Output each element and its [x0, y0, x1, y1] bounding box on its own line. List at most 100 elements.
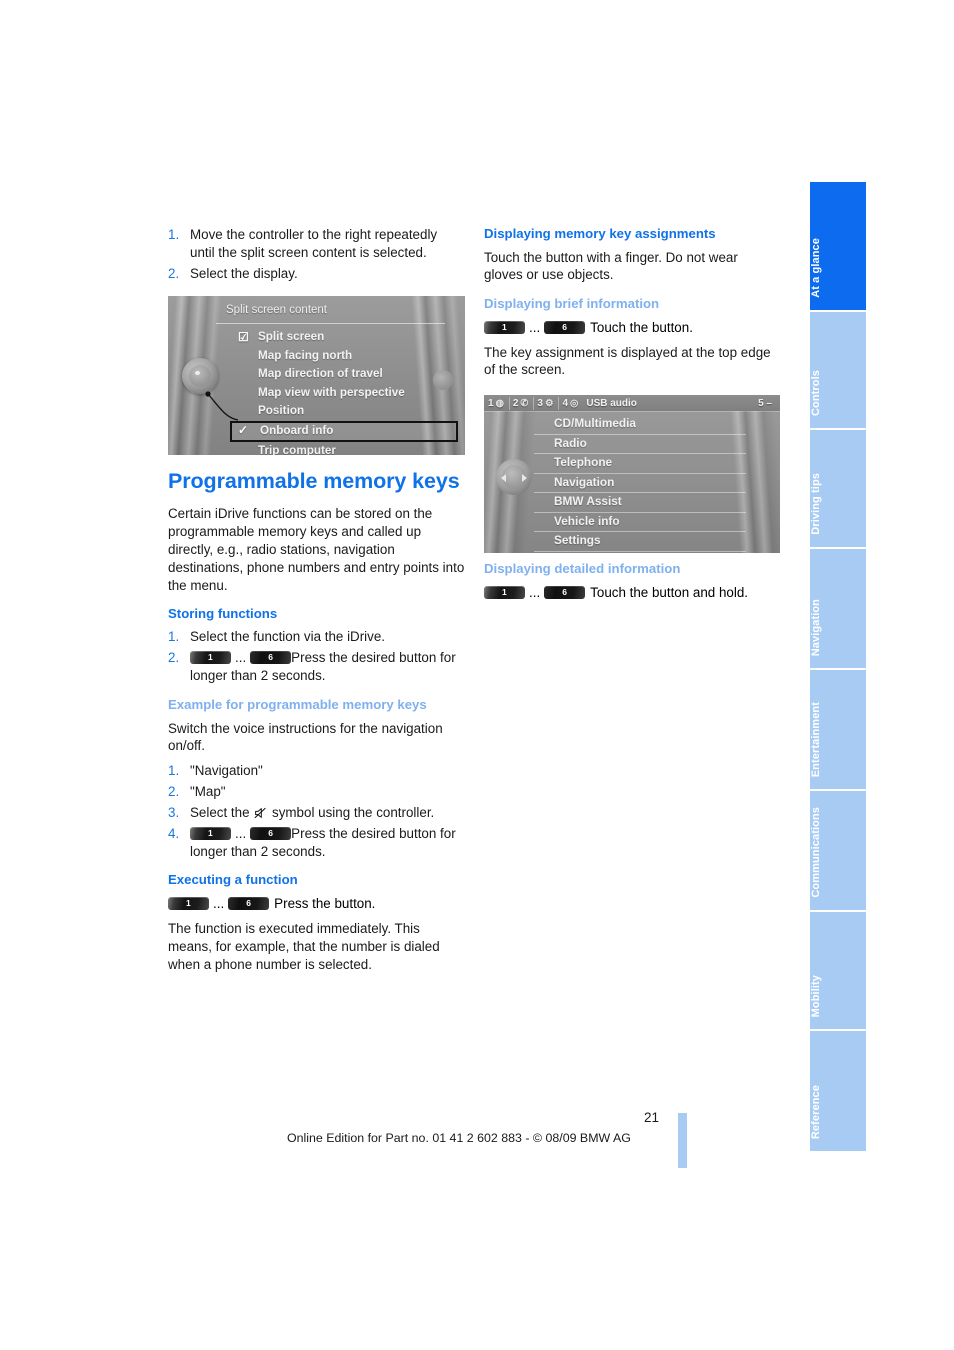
- storing-functions-heading: Storing functions: [168, 605, 278, 621]
- list-item: 3. Select the symbol using the controlle…: [168, 804, 465, 822]
- slot-number: 4: [562, 397, 569, 409]
- list-item: Telephone: [534, 454, 746, 474]
- idrive-status-bar: 1 ◍ 2 ✆ 3 ⚙ 4 ◎ USB audio 5 –: [484, 395, 780, 412]
- memory-key-1-icon: 1: [168, 896, 209, 910]
- list-item: Vehicle info: [534, 513, 746, 532]
- list-item: BMW Assist: [534, 493, 746, 513]
- tab-label: Controls: [810, 369, 822, 416]
- tab-label: Communications: [810, 807, 822, 898]
- slot-number: 1: [488, 397, 494, 409]
- memory-key-1-icon: 1: [484, 320, 525, 334]
- brief-key-line: 1... 6 Touch the button.: [484, 319, 780, 337]
- section-tabs: At a glance Controls Driving tips Naviga…: [810, 182, 866, 1151]
- memory-slot-3: 3 ⚙: [537, 396, 560, 410]
- tab-navigation[interactable]: Navigation: [810, 549, 866, 670]
- brief-info-heading: Displaying brief information: [484, 296, 660, 312]
- list-item: 2. Select the display.: [168, 265, 465, 283]
- step-number: 2.: [168, 265, 180, 281]
- list-item: 1. Move the controller to the right repe…: [168, 226, 465, 262]
- example-steps-list: 1. "Navigation" 2. "Map" 3. Select the s…: [168, 762, 465, 861]
- list-item: 2. 1... 6 Press the desired button for lon…: [168, 649, 465, 685]
- memory-slot-2: 2 ✆: [512, 396, 535, 410]
- tab-entertainment[interactable]: Entertainment: [810, 670, 866, 791]
- tab-label: Entertainment: [810, 701, 822, 777]
- memory-key-6-icon: 6: [544, 585, 586, 599]
- assignments-heading: Displaying memory key assignments: [484, 226, 716, 241]
- brief-key-label: Touch the button.: [590, 319, 693, 335]
- idrive-main-menu: CD/Multimedia Radio Telephone Navigation…: [534, 415, 746, 552]
- slot-icon: ⚙: [544, 397, 554, 409]
- step-number: 1.: [168, 629, 180, 645]
- executing-key-label: Press the button.: [274, 895, 376, 911]
- split-screen-figure: Split screen content ☑ Split screen Map …: [168, 296, 465, 455]
- callout-leader-line: [205, 391, 239, 421]
- footer-text: Online Edition for Part no. 01 41 2 602 …: [287, 1131, 631, 1145]
- step-number: 4.: [168, 826, 180, 842]
- step-text: "Map": [190, 784, 226, 800]
- tab-label: At a glance: [810, 238, 822, 298]
- memory-key-6-icon: 6: [250, 651, 292, 665]
- mute-speaker-icon: [254, 808, 267, 819]
- step-text: 1... 6 Press the desired button for longer…: [190, 649, 465, 685]
- idrive-menu-figure: 1 ◍ 2 ✆ 3 ⚙ 4 ◎ USB audio 5 – CD/Multime…: [484, 395, 780, 553]
- memory-slot-1: 1 ◍: [488, 396, 510, 410]
- intro-paragraph: Certain iDrive functions can be stored o…: [168, 506, 465, 594]
- step-text: "Navigation": [190, 763, 263, 779]
- list-item: 4. 1... 6 Press the desired button for lon…: [168, 825, 465, 861]
- executing-paragraph: The function is executed immediately. Th…: [168, 920, 440, 972]
- list-item: CD/Multimedia: [534, 415, 746, 435]
- detailed-key-line: 1... 6 Touch the button and hold.: [484, 584, 780, 602]
- key-range-ellipsis: ...: [235, 826, 247, 842]
- slot-number: 2: [512, 397, 519, 409]
- memory-key-1-icon: 1: [190, 827, 231, 841]
- slot-number: 3: [537, 397, 543, 409]
- step-number: 3.: [168, 805, 180, 821]
- list-item: Radio: [534, 435, 746, 454]
- brief-paragraph: The key assignment is displayed at the t…: [484, 344, 771, 378]
- page-number: 21: [643, 1110, 659, 1125]
- executing-function-heading: Executing a function: [168, 872, 298, 888]
- storing-steps-list: 1. Select the function via the iDrive. 2…: [168, 628, 465, 685]
- list-item: 2. "Map": [168, 783, 465, 801]
- memory-key-1-icon: 1: [190, 651, 231, 665]
- step-text: Select the display.: [190, 265, 298, 281]
- executing-key-line: 1... 6 Press the button.: [168, 895, 465, 913]
- key-range-ellipsis: ...: [213, 895, 225, 911]
- page-marker-bar: [678, 1113, 687, 1168]
- step-text: Move the controller to the right repeate…: [190, 227, 438, 260]
- tab-label: Reference: [810, 1084, 822, 1139]
- list-item: Navigation: [534, 474, 746, 493]
- tab-controls[interactable]: Controls: [810, 312, 866, 430]
- tab-communications[interactable]: Communications: [810, 791, 866, 912]
- slot-icon: ✆: [520, 397, 529, 409]
- key-range-ellipsis: ...: [529, 319, 541, 335]
- tab-reference[interactable]: Reference: [810, 1031, 866, 1151]
- memory-key-6-icon: 6: [544, 320, 586, 334]
- tab-mobility[interactable]: Mobility: [810, 912, 866, 1031]
- tab-label: Mobility: [810, 974, 822, 1017]
- memory-key-1-icon: 1: [484, 585, 525, 599]
- memory-key-6-icon: 6: [250, 827, 292, 841]
- detailed-info-heading: Displaying detailed information: [484, 561, 681, 577]
- memory-key-6-icon: 6: [228, 896, 270, 910]
- key-range-ellipsis: ...: [529, 584, 541, 600]
- controller-knob-icon: [496, 459, 532, 495]
- step-number: 2.: [168, 784, 180, 800]
- memory-slot-5: 5 –: [758, 397, 772, 409]
- list-item: Settings: [534, 532, 746, 552]
- example-heading: Example for programmable memory keys: [168, 697, 427, 713]
- tab-at-a-glance[interactable]: At a glance: [810, 182, 866, 312]
- step-text: Select the symbol using the controller.: [190, 805, 435, 821]
- assignments-paragraph: Touch the button with a finger. Do not w…: [484, 249, 738, 283]
- step-number: 1.: [168, 763, 180, 779]
- status-label: USB audio: [586, 397, 637, 409]
- example-intro: Switch the voice instructions for the na…: [168, 720, 443, 754]
- list-item: 1. "Navigation": [168, 762, 465, 780]
- step-number: 2.: [168, 650, 180, 666]
- intro-steps-list: 1. Move the controller to the right repe…: [168, 226, 465, 283]
- tab-label: Navigation: [810, 598, 822, 656]
- tab-driving-tips[interactable]: Driving tips: [810, 430, 866, 549]
- slot-icon: ◎: [570, 397, 579, 409]
- page-title: Programmable memory keys: [168, 468, 460, 493]
- detailed-key-label: Touch the button and hold.: [590, 584, 749, 600]
